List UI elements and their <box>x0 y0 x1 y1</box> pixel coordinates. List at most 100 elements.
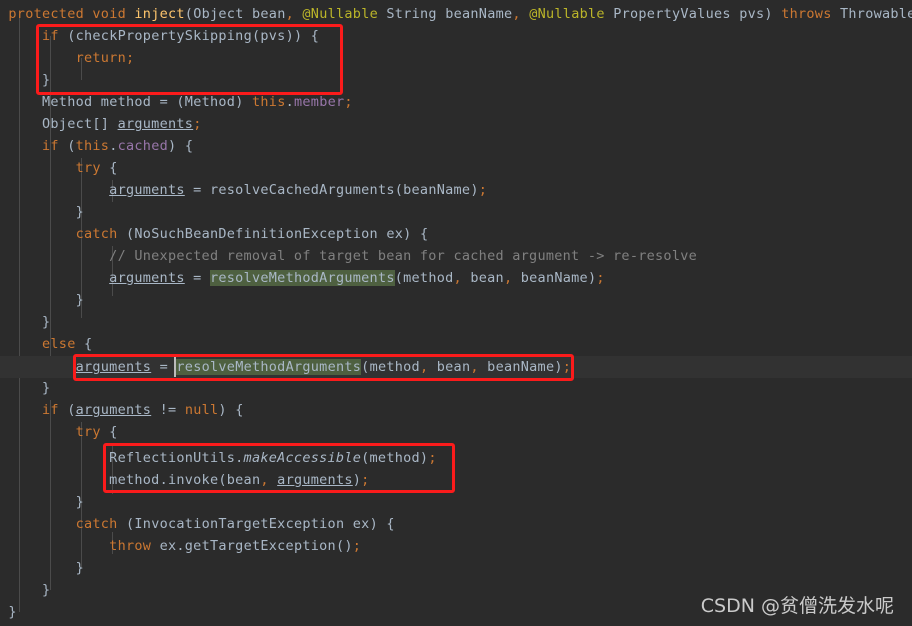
token-comma: , <box>285 6 294 22</box>
token-keyword: throw <box>109 538 152 554</box>
token-semicolon: ; <box>478 182 488 198</box>
token-arg: pvs <box>260 28 286 44</box>
token-keyword: if <box>42 402 59 418</box>
token-op: != <box>159 402 177 418</box>
code-line[interactable]: } <box>0 289 912 311</box>
token-var: arguments <box>109 182 185 198</box>
code-line[interactable]: catch (NoSuchBeanDefinitionException ex)… <box>0 223 912 245</box>
token-punct: ) <box>369 516 378 532</box>
token-annotation: @Nullable <box>529 6 605 22</box>
token-comma: , <box>260 472 269 488</box>
code-line[interactable]: arguments = resolveMethodArguments(metho… <box>0 267 912 289</box>
token-var: arguments <box>75 402 152 418</box>
token-punct: ( <box>394 182 404 198</box>
token-var: method <box>100 94 152 110</box>
code-line[interactable]: } <box>0 557 912 579</box>
code-line[interactable]: method.invoke(bean, arguments); <box>0 469 912 491</box>
token-field: cached <box>117 138 168 154</box>
token-static-method: makeAccessible <box>243 450 362 466</box>
code-line[interactable]: Object[] arguments; <box>0 113 912 135</box>
token-arg: method <box>403 270 454 286</box>
token-type: String <box>386 6 437 22</box>
token-type: Object[] <box>42 116 110 132</box>
token-arg: bean <box>436 359 471 375</box>
token-punct: ) <box>764 6 773 22</box>
token-arg: bean <box>470 270 504 286</box>
code-editor[interactable]: protected void inject(Object bean, @Null… <box>0 0 912 626</box>
code-line[interactable]: Method method = (Method) this.member; <box>0 91 912 113</box>
code-line[interactable]: protected void inject(Object bean, @Null… <box>0 3 912 25</box>
token-annotation: @Nullable <box>302 6 378 22</box>
token-method-name: inject <box>134 6 185 22</box>
token-keyword: catch <box>75 516 118 532</box>
token-brace: { <box>109 424 118 440</box>
token-punct: ( <box>67 28 76 44</box>
token-comment: // Unexpected removal of target bean for… <box>109 248 698 264</box>
code-line[interactable]: ReflectionUtils.makeAccessible(method); <box>0 447 912 469</box>
token-comma: , <box>453 270 462 286</box>
token-brace: { <box>109 160 118 176</box>
token-dot: . <box>159 472 168 488</box>
code-line[interactable]: return; <box>0 47 912 69</box>
code-line[interactable]: if (this.cached) { <box>0 135 912 157</box>
token-dot: . <box>235 450 244 466</box>
code-line[interactable]: if (arguments != null) { <box>0 399 912 421</box>
token-arg: beanName <box>520 270 588 286</box>
token-arg: bean <box>226 472 261 488</box>
token-comma: , <box>512 6 521 22</box>
token-keyword: catch <box>75 226 118 242</box>
token-brace: } <box>75 292 84 308</box>
token-var: arguments <box>75 359 152 375</box>
token-punct: ( <box>394 270 404 286</box>
token-punct: ) <box>470 182 479 198</box>
token-type: InvocationTargetException <box>134 516 345 532</box>
code-line[interactable]: else { <box>0 333 912 355</box>
code-line[interactable]: } <box>0 201 912 223</box>
token-keyword: else <box>42 336 76 352</box>
token-brace: { <box>386 516 395 532</box>
code-line[interactable]: // Unexpected removal of target bean for… <box>0 245 912 267</box>
token-semicolon: ; <box>125 50 135 66</box>
token-punct: ( <box>184 6 194 22</box>
code-line[interactable]: if (checkPropertySkipping(pvs)) { <box>0 25 912 47</box>
token-semicolon: ; <box>428 450 437 466</box>
code-line[interactable]: catch (InvocationTargetException ex) { <box>0 513 912 535</box>
code-line[interactable]: } <box>0 311 912 333</box>
token-keyword: return <box>75 50 126 66</box>
token-call: resolveCachedArguments <box>209 182 395 198</box>
token-comma: , <box>470 359 479 375</box>
token-method-call: getTargetException <box>184 538 336 554</box>
code-line[interactable]: throw ex.getTargetException(); <box>0 535 912 557</box>
token-field: member <box>294 94 345 110</box>
code-line[interactable]: arguments = resolveCachedArguments(beanN… <box>0 179 912 201</box>
token-punct: () <box>335 538 353 554</box>
token-method-call: invoke <box>167 472 219 488</box>
token-punct: ) <box>403 226 412 242</box>
token-punct: ( <box>218 472 227 488</box>
token-cast: (Method) <box>176 94 244 110</box>
token-call: checkPropertySkipping <box>75 28 252 44</box>
code-line[interactable]: try { <box>0 421 912 443</box>
token-semicolon: ; <box>344 94 353 110</box>
token-obj: ex <box>159 538 177 554</box>
code-line[interactable]: arguments = resolveMethodArguments(metho… <box>0 356 912 378</box>
code-line[interactable]: try { <box>0 157 912 179</box>
token-keyword: protected <box>8 6 84 22</box>
code-line[interactable]: } <box>0 69 912 91</box>
token-var: arguments <box>109 270 185 286</box>
token-keyword: if <box>42 138 59 154</box>
token-type: PropertyValues <box>613 6 731 22</box>
token-comma: , <box>503 270 513 286</box>
code-line[interactable]: } <box>0 377 912 399</box>
token-punct: )) <box>285 28 303 44</box>
token-keyword: try <box>75 424 101 440</box>
token-semicolon: ; <box>596 270 605 286</box>
token-brace: } <box>42 582 51 598</box>
token-punct: ( <box>361 359 370 375</box>
token-brace: } <box>75 560 84 576</box>
token-arg: beanName <box>487 359 555 375</box>
text-caret <box>174 357 176 377</box>
csdn-watermark: CSDN @贫僧洗发水呢 <box>700 595 894 617</box>
token-semicolon: ; <box>562 359 572 375</box>
code-line[interactable]: } <box>0 491 912 513</box>
